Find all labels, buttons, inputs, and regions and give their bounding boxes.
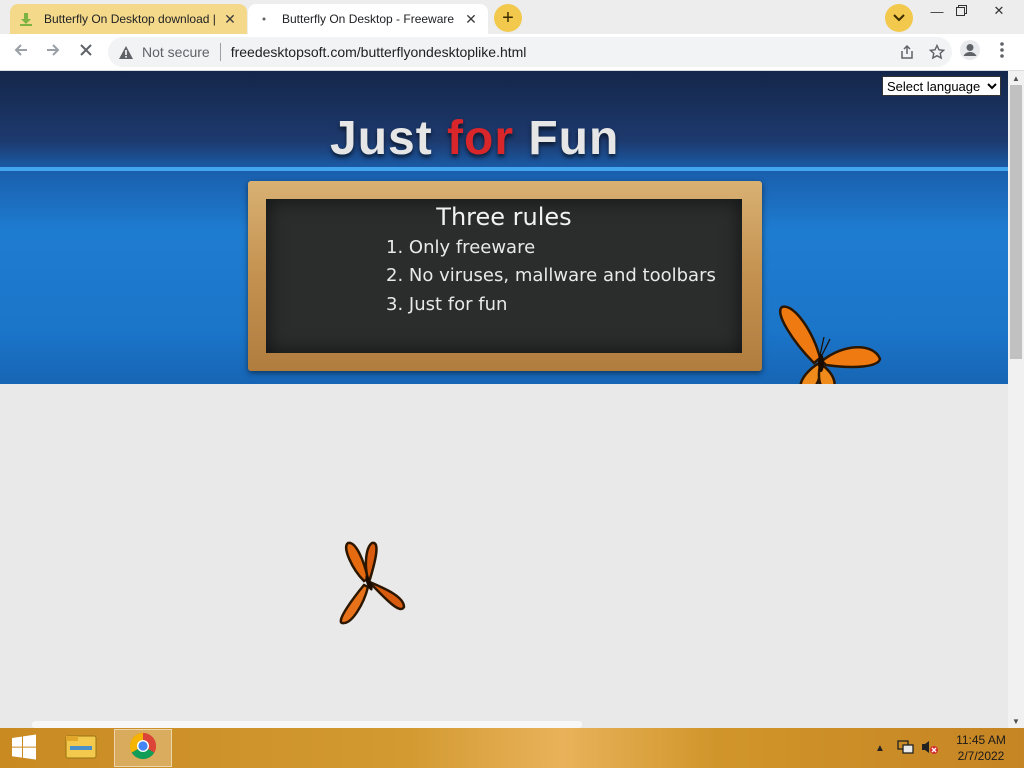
tab-search-button[interactable]	[885, 4, 913, 32]
close-icon	[79, 43, 93, 62]
site-header: Just for Fun Select language Three rules…	[0, 71, 1008, 393]
show-hidden-icons-button[interactable]: ▲	[872, 738, 888, 758]
browser-menu-button[interactable]	[990, 39, 1014, 65]
taskbar-chrome[interactable]	[114, 729, 172, 767]
taskbar: ▲ 11:45 AM 2/7/2022	[0, 728, 1024, 768]
rule-item: 1. Only freeware	[386, 237, 536, 258]
back-button[interactable]	[8, 39, 34, 65]
forward-button[interactable]	[40, 39, 66, 65]
arrow-left-icon	[13, 42, 29, 63]
security-label[interactable]: Not secure	[142, 44, 210, 60]
chrome-icon	[129, 732, 157, 765]
title-part-just: Just	[330, 112, 448, 165]
clock-date: 2/7/2022	[957, 749, 1005, 763]
browser-toolbar: Not secure freedesktopsoft.com/butterfly…	[0, 34, 1024, 71]
tab-title: Butterfly On Desktop - Freeware	[282, 12, 455, 26]
restore-icon	[955, 4, 967, 19]
close-icon[interactable]: ✕	[221, 10, 239, 28]
new-tab-button[interactable]: +	[494, 4, 522, 32]
folder-icon	[64, 732, 98, 765]
tab-strip: Butterfly On Desktop download | ✕ Butter…	[0, 0, 1024, 34]
volume-muted-icon	[921, 739, 939, 758]
start-button[interactable]	[4, 734, 44, 764]
title-part-for: for	[447, 112, 515, 165]
chevron-up-icon: ▲	[875, 742, 885, 754]
vertical-scrollbar[interactable]: ▲ ▼	[1008, 71, 1024, 728]
warning-icon[interactable]	[118, 44, 134, 60]
avatar-icon	[959, 39, 981, 66]
close-icon[interactable]: ✕	[462, 10, 480, 28]
system-clock[interactable]: 11:45 AM 2/7/2022	[948, 732, 1014, 764]
tab-butterfly-download[interactable]: Butterfly On Desktop download | ✕	[10, 4, 247, 34]
board-title: Three rules	[436, 203, 572, 231]
bookmark-star-icon[interactable]	[922, 39, 952, 65]
scrollbar-thumb[interactable]	[1010, 85, 1022, 359]
plus-icon: +	[502, 6, 514, 29]
chalkboard-frame: Three rules 1. Only freeware 2. No virus…	[248, 181, 762, 371]
site-title: Just for Fun	[330, 111, 619, 166]
arrow-right-icon	[45, 42, 61, 63]
tab-butterfly-freeware[interactable]: Butterfly On Desktop - Freeware ✕	[248, 4, 488, 34]
close-icon: ✕	[993, 3, 1005, 18]
share-icon[interactable]	[892, 39, 922, 65]
kebab-menu-icon	[1000, 41, 1004, 63]
windows-logo-icon	[11, 734, 37, 765]
minimize-icon: —	[930, 3, 944, 19]
volume-tray-button[interactable]	[920, 738, 940, 758]
horizontal-scroll-hint	[32, 721, 582, 728]
page-content-area	[0, 384, 1008, 728]
chalkboard: Three rules 1. Only freeware 2. No virus…	[266, 199, 742, 353]
scroll-down-icon[interactable]: ▼	[1008, 714, 1024, 728]
rule-item: 2. No viruses, mallware and toolbars	[386, 265, 716, 286]
loading-dot-icon	[256, 11, 272, 27]
title-part-fun: Fun	[514, 112, 620, 165]
butterfly-icon	[779, 305, 882, 393]
chevron-down-icon	[893, 9, 905, 27]
download-arrow-icon	[18, 11, 34, 27]
tab-title: Butterfly On Desktop download |	[44, 12, 216, 26]
url-text[interactable]: freedesktopsoft.com/butterflyondesktopli…	[231, 44, 527, 60]
taskbar-file-explorer[interactable]	[52, 729, 110, 767]
restore-button[interactable]	[946, 0, 976, 22]
language-select[interactable]: Select language	[882, 76, 1001, 96]
network-icon	[897, 739, 915, 758]
divider	[219, 43, 221, 61]
scroll-up-icon[interactable]: ▲	[1008, 71, 1024, 85]
address-bar[interactable]: Not secure freedesktopsoft.com/butterfly…	[108, 37, 952, 67]
network-tray-button[interactable]	[896, 738, 916, 758]
clock-time: 11:45 AM	[956, 733, 1006, 747]
close-window-button[interactable]: ✕	[976, 0, 1022, 22]
web-page: Just for Fun Select language Three rules…	[0, 71, 1008, 728]
profile-button[interactable]	[957, 39, 983, 65]
butterfly-icon	[339, 541, 406, 625]
rule-item: 3. Just for fun	[386, 294, 508, 315]
stop-loading-button[interactable]	[73, 39, 99, 65]
